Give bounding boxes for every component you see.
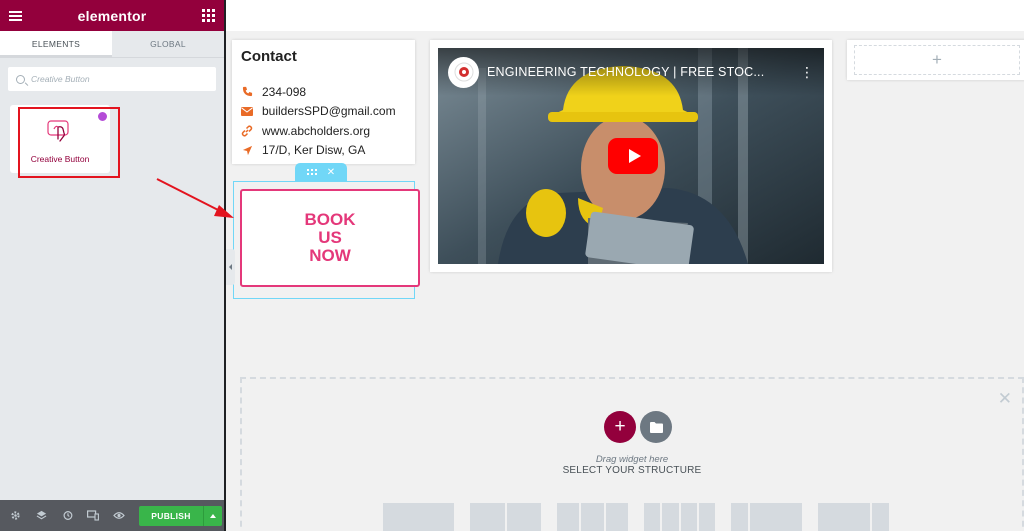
tab-elements[interactable]: ELEMENTS (0, 31, 112, 57)
search-icon (16, 74, 25, 84)
contact-email[interactable]: buildersSPD@gmail.com (262, 104, 396, 118)
contact-website-row: www.abcholders.org (241, 121, 406, 141)
video-widget[interactable]: ENGINEERING TECHNOLOGY | FREE STOC... ⋮ (430, 40, 832, 272)
folder-icon (649, 421, 663, 433)
settings-icon[interactable] (7, 508, 23, 524)
more-options-icon[interactable]: ⋮ (800, 64, 814, 81)
link-icon (241, 125, 253, 137)
layers-icon[interactable] (33, 508, 49, 524)
contact-phone: 234-098 (262, 84, 307, 99)
contact-address-row: 17/D, Ker Disw, GA (241, 141, 406, 161)
publish-options-button[interactable] (203, 505, 222, 526)
contact-address: 17/D, Ker Disw, GA (262, 143, 366, 158)
play-button-icon[interactable] (608, 138, 658, 174)
structure-preset-6[interactable] (818, 503, 889, 531)
structure-preset-3[interactable] (557, 503, 628, 531)
collapse-panel-handle[interactable] (226, 249, 235, 285)
close-icon[interactable]: ✕ (998, 389, 1012, 409)
contact-phone-row: 234-098 (241, 82, 406, 102)
contact-website[interactable]: www.abcholders.org (262, 124, 370, 138)
structure-presets (383, 503, 889, 531)
canvas-header-area (226, 0, 1024, 31)
widgets-grid-icon[interactable] (202, 9, 215, 22)
search-box (8, 67, 216, 91)
editor-panel: elementor ELEMENTS GLOBAL Creative Butto… (0, 0, 224, 531)
add-section-button[interactable]: + (604, 411, 636, 443)
structure-preset-2[interactable] (470, 503, 541, 531)
envelope-icon (241, 105, 253, 117)
template-library-button[interactable] (640, 411, 672, 443)
empty-column: + (847, 40, 1024, 80)
contact-title: Contact (241, 48, 297, 65)
publish-button[interactable]: PUBLISH (139, 505, 203, 526)
contact-email-row: buildersSPD@gmail.com (241, 102, 406, 122)
drag-handle-icon[interactable] (306, 169, 317, 175)
responsive-mode-icon[interactable] (85, 508, 101, 524)
book-us-now-button[interactable]: BOOK US NOW (240, 189, 420, 287)
channel-avatar[interactable] (448, 56, 479, 88)
add-section-dropzone[interactable]: ✕ + Drag widget here SELECT YOUR STRUCTU… (240, 377, 1024, 531)
panel-header: elementor (0, 0, 224, 31)
select-structure-title: SELECT YOUR STRUCTURE (562, 465, 702, 476)
video-title[interactable]: ENGINEERING TECHNOLOGY | FREE STOC... (487, 65, 764, 79)
history-icon[interactable] (59, 508, 75, 524)
contact-widget[interactable]: Contact 234-098 buildersSPD@gmail.com ww… (232, 40, 415, 164)
search-input[interactable] (31, 74, 201, 84)
drag-widget-hint: Drag widget here (595, 454, 669, 465)
add-widget-plus-icon[interactable]: + (854, 45, 1020, 75)
preview-canvas: Contact 234-098 buildersSPD@gmail.com ww… (226, 0, 1024, 531)
book-button-label: BOOK US NOW (304, 210, 356, 265)
structure-preset-4[interactable] (644, 503, 715, 531)
elementor-logo: elementor (77, 7, 147, 24)
youtube-video-player[interactable]: ENGINEERING TECHNOLOGY | FREE STOC... ⋮ (438, 48, 824, 264)
widget-edit-handle[interactable]: ✕ (295, 163, 347, 181)
phone-icon (241, 86, 253, 98)
location-arrow-icon (241, 144, 253, 156)
video-title-bar: ENGINEERING TECHNOLOGY | FREE STOC... ⋮ (438, 48, 824, 96)
panel-footer: PUBLISH (0, 500, 224, 531)
structure-preset-5[interactable] (731, 503, 802, 531)
menu-icon[interactable] (9, 10, 22, 21)
preview-eye-icon[interactable] (111, 508, 127, 524)
remove-widget-icon[interactable]: ✕ (327, 167, 335, 178)
tab-global[interactable]: GLOBAL (112, 31, 224, 57)
widget-highlight-box (18, 107, 120, 178)
structure-preset-1[interactable] (383, 503, 454, 531)
panel-tabs: ELEMENTS GLOBAL (0, 31, 224, 58)
